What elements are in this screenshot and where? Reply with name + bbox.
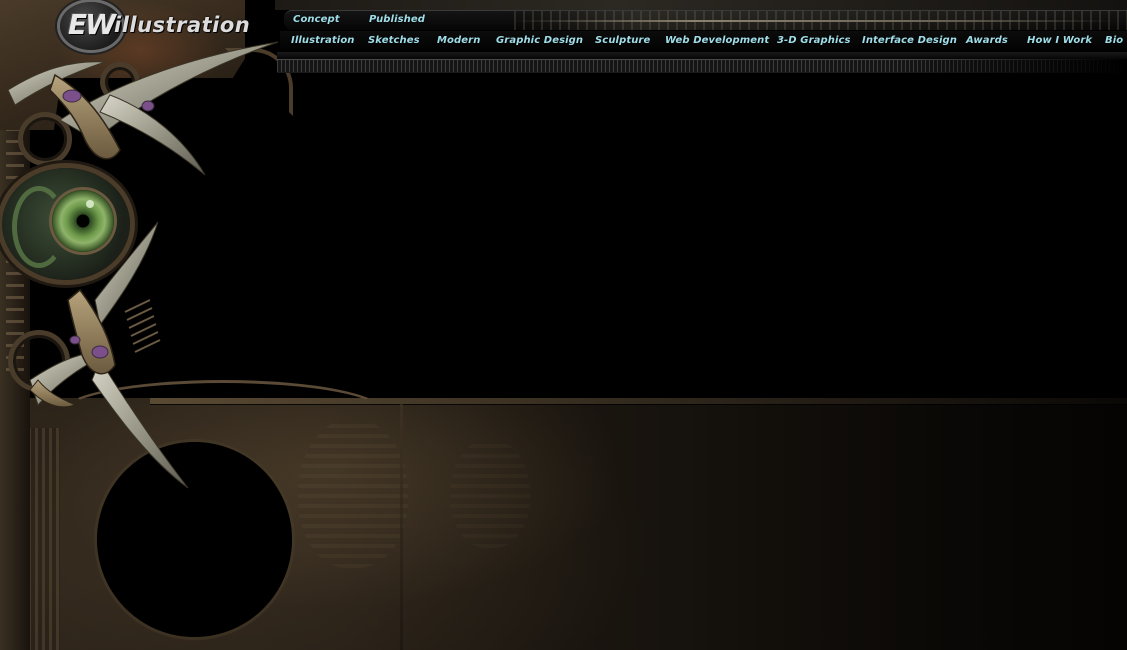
nav-link-sketches[interactable]: Sketches — [368, 35, 420, 46]
gem-lower — [91, 345, 109, 359]
ornamental-blades-decoration — [7, 41, 279, 489]
grille-decoration — [124, 299, 161, 353]
logo-mark: EW — [68, 8, 116, 41]
rail-shadow — [277, 52, 1127, 59]
nav-link-graphic-design[interactable]: Graphic Design — [496, 35, 583, 46]
fossil-decoration — [450, 438, 530, 548]
nav-link-awards[interactable]: Awards — [966, 35, 1008, 46]
header-top-strip — [275, 0, 1127, 10]
panel-seam — [400, 404, 403, 650]
page-stage: EW illustration Concept Published Illust… — [0, 0, 1127, 650]
nav-link-modern[interactable]: Modern — [437, 35, 480, 46]
gem-upper — [62, 89, 82, 103]
rail-fade — [900, 59, 1127, 73]
gem-upper-right — [141, 100, 155, 112]
site-logo[interactable]: EW illustration — [56, 0, 278, 52]
nav-link-published[interactable]: Published — [369, 14, 425, 25]
nav-link-sculpture[interactable]: Sculpture — [595, 35, 650, 46]
nav-link-web-development[interactable]: Web Development — [665, 35, 769, 46]
gem-lower-small — [69, 335, 81, 345]
nav-link-illustration[interactable]: Illustration — [291, 35, 355, 46]
nav-link-3d-graphics[interactable]: 3-D Graphics — [777, 35, 851, 46]
nav-link-bio[interactable]: Bio — [1105, 35, 1123, 46]
nav-link-how-i-work[interactable]: How I Work — [1027, 35, 1092, 46]
blade-lower-down — [91, 358, 189, 489]
nav-link-interface-design[interactable]: Interface Design — [862, 35, 957, 46]
logo-wordmark: illustration — [114, 13, 251, 37]
trim-line — [514, 20, 1114, 22]
nav-link-concept[interactable]: Concept — [293, 14, 340, 25]
